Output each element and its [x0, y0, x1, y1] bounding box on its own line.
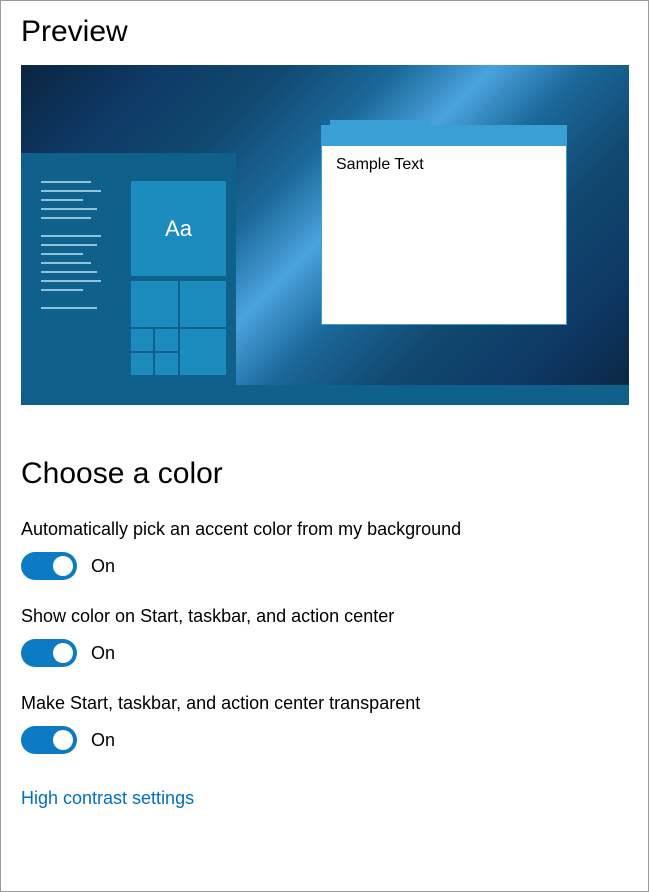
toggle-label: Show color on Start, taskbar, and action…: [21, 606, 628, 627]
toggle-state: On: [91, 556, 115, 577]
toggle-state: On: [91, 643, 115, 664]
preview-sample-text: Sample Text: [322, 146, 566, 184]
high-contrast-link[interactable]: High contrast settings: [21, 788, 194, 809]
preview-window-titlebar: [322, 126, 566, 146]
toggle-row-transparent: Make Start, taskbar, and action center t…: [21, 693, 628, 754]
toggle-show-color[interactable]: [21, 639, 77, 667]
toggle-row-auto-accent: Automatically pick an accent color from …: [21, 519, 628, 580]
preview-start-tiles: Aa: [131, 181, 226, 375]
preview-taskbar: [21, 385, 629, 405]
preview-big-tile: Aa: [131, 181, 226, 276]
toggle-row-show-color: Show color on Start, taskbar, and action…: [21, 606, 628, 667]
toggle-transparent[interactable]: [21, 726, 77, 754]
toggle-label: Make Start, taskbar, and action center t…: [21, 693, 628, 714]
toggle-state: On: [91, 730, 115, 751]
preview-heading: Preview: [21, 15, 628, 49]
preview-desktop: Aa Sample Text: [21, 65, 629, 405]
preview-start-list: [41, 181, 111, 325]
toggle-label: Automatically pick an accent color from …: [21, 519, 628, 540]
choose-color-heading: Choose a color: [21, 457, 628, 491]
preview-sample-window: Sample Text: [321, 125, 567, 325]
preview-start-panel: Aa: [21, 153, 236, 385]
toggle-auto-accent[interactable]: [21, 552, 77, 580]
